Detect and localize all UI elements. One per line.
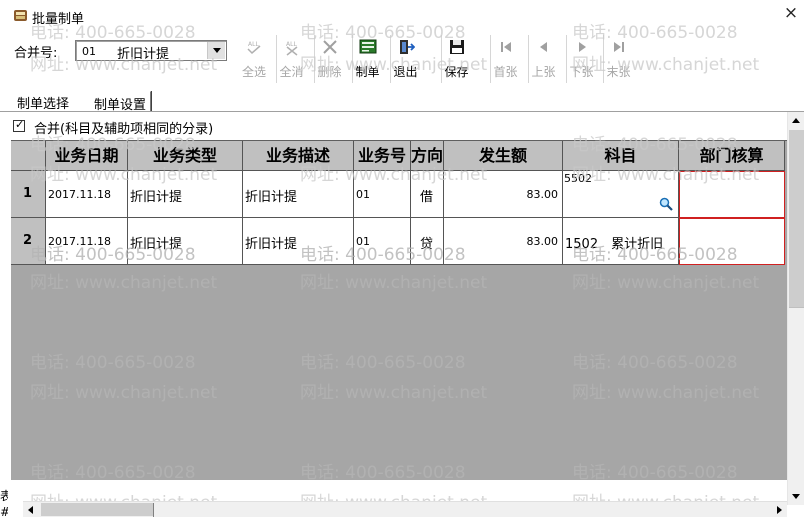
exit-icon	[400, 40, 415, 54]
header-business-type[interactable]: 业务类型	[128, 141, 243, 171]
cell-amount[interactable]: 83.00	[444, 171, 563, 218]
first-record-icon	[501, 42, 511, 52]
scroll-left-icon[interactable]	[23, 502, 39, 517]
last-record-icon	[614, 42, 624, 52]
header-row-number	[11, 141, 46, 171]
first-record-button[interactable]: 首张	[490, 35, 520, 83]
vertical-scroll-thumb[interactable]	[789, 130, 804, 308]
batch-voucher-app-icon	[14, 10, 27, 21]
cell-subject[interactable]: 5502	[563, 171, 679, 218]
partial-edge-text: 表	[0, 489, 8, 503]
header-business-date[interactable]: 业务日期	[46, 141, 128, 171]
tab-baseline	[0, 111, 804, 112]
next-record-button[interactable]: 下张	[566, 35, 596, 83]
select-all-icon: ALL	[247, 41, 261, 55]
previous-record-icon	[540, 42, 547, 52]
cell-amount[interactable]: 83.00	[444, 218, 563, 265]
delete-button[interactable]: 删除	[314, 35, 344, 83]
vertical-scrollbar[interactable]	[787, 112, 804, 505]
partial-edge-text: #	[0, 505, 8, 517]
close-icon[interactable]: ×	[782, 4, 800, 22]
cell-business-number[interactable]: 01	[354, 218, 411, 265]
save-icon	[450, 40, 464, 54]
merge-entries-label: 合并(科目及辅助项相同的分录)	[34, 122, 214, 137]
deselect-all-button[interactable]: ALL 全消	[276, 35, 306, 83]
grid-header: 业务日期 业务类型 业务描述 业务号 方向 发生额 科目 部门核算	[11, 141, 785, 171]
cell-business-number[interactable]: 01	[354, 171, 411, 218]
checkbox-checked-icon[interactable]	[13, 118, 25, 132]
scroll-down-icon[interactable]	[788, 488, 804, 505]
merge-number-label: 合并号:	[14, 46, 58, 61]
scroll-up-icon[interactable]	[788, 112, 804, 129]
header-direction[interactable]: 方向	[411, 141, 444, 171]
table-row[interactable]: 1 2017.11.18 折旧计提 折旧计提 01 借 83.00 5502	[11, 171, 785, 218]
voucher-entry-grid: 业务日期 业务类型 业务描述 业务号 方向 发生额 科目 部门核算 1 2017…	[11, 140, 787, 480]
cell-department-accounting[interactable]	[679, 171, 785, 218]
header-department-accounting[interactable]: 部门核算	[679, 141, 785, 171]
scroll-right-icon[interactable]	[771, 502, 787, 517]
merge-name: 折旧计提	[117, 47, 170, 62]
cell-direction[interactable]: 借	[411, 171, 444, 218]
chevron-down-icon[interactable]	[207, 42, 225, 59]
save-button[interactable]: 保存	[441, 35, 471, 83]
tab-strip: 制单选择 制单设置	[0, 88, 804, 113]
header-business-description[interactable]: 业务描述	[243, 141, 354, 171]
header-amount[interactable]: 发生额	[444, 141, 563, 171]
title-bar: 批量制单 ×	[0, 0, 804, 30]
cell-subject[interactable]: 1502 累计折旧	[563, 218, 679, 265]
previous-record-button[interactable]: 上张	[528, 35, 558, 83]
window-title: 批量制单	[32, 12, 85, 27]
cell-direction[interactable]: 贷	[411, 218, 444, 265]
cell-business-date[interactable]: 2017.11.18	[46, 171, 128, 218]
cell-business-description[interactable]: 折旧计提	[243, 171, 354, 218]
exit-button[interactable]: 退出	[390, 35, 420, 83]
row-number[interactable]: 1	[11, 171, 46, 218]
make-voucher-button[interactable]: 制单	[352, 35, 382, 83]
scroll-divider	[153, 503, 154, 517]
merge-code: 01	[82, 45, 96, 58]
cell-business-type[interactable]: 折旧计提	[128, 171, 243, 218]
header-business-number[interactable]: 业务号	[354, 141, 411, 171]
select-all-button[interactable]: ALL 全选	[239, 35, 269, 83]
row-number[interactable]: 2	[11, 218, 46, 265]
delete-icon	[323, 40, 337, 54]
svg-text:ALL: ALL	[248, 41, 259, 48]
make-voucher-icon	[359, 39, 377, 54]
toolbar: 合并号: 01 折旧计提 ALL 全选 ALL 全消 删除 制单 退出 保存 首…	[0, 30, 804, 86]
deselect-all-icon: ALL	[286, 41, 298, 56]
horizontal-scroll-thumb[interactable]	[41, 503, 153, 516]
cell-business-description[interactable]: 折旧计提	[243, 218, 354, 265]
last-record-button[interactable]: 末张	[603, 35, 633, 83]
tab-voucher-settings[interactable]: 制单设置	[89, 91, 152, 113]
horizontal-scrollbar[interactable]	[23, 501, 787, 517]
magnifier-icon[interactable]	[659, 197, 673, 211]
cell-business-type[interactable]: 折旧计提	[128, 218, 243, 265]
cell-department-accounting[interactable]	[679, 218, 785, 265]
cell-business-date[interactable]: 2017.11.18	[46, 218, 128, 265]
next-record-icon	[579, 42, 586, 52]
tab-voucher-selection[interactable]: 制单选择	[13, 91, 73, 112]
header-subject[interactable]: 科目	[563, 141, 679, 171]
table-row[interactable]: 2 2017.11.18 折旧计提 折旧计提 01 贷 83.00 1502 累…	[11, 218, 785, 265]
merge-number-select[interactable]: 01 折旧计提	[75, 40, 227, 62]
